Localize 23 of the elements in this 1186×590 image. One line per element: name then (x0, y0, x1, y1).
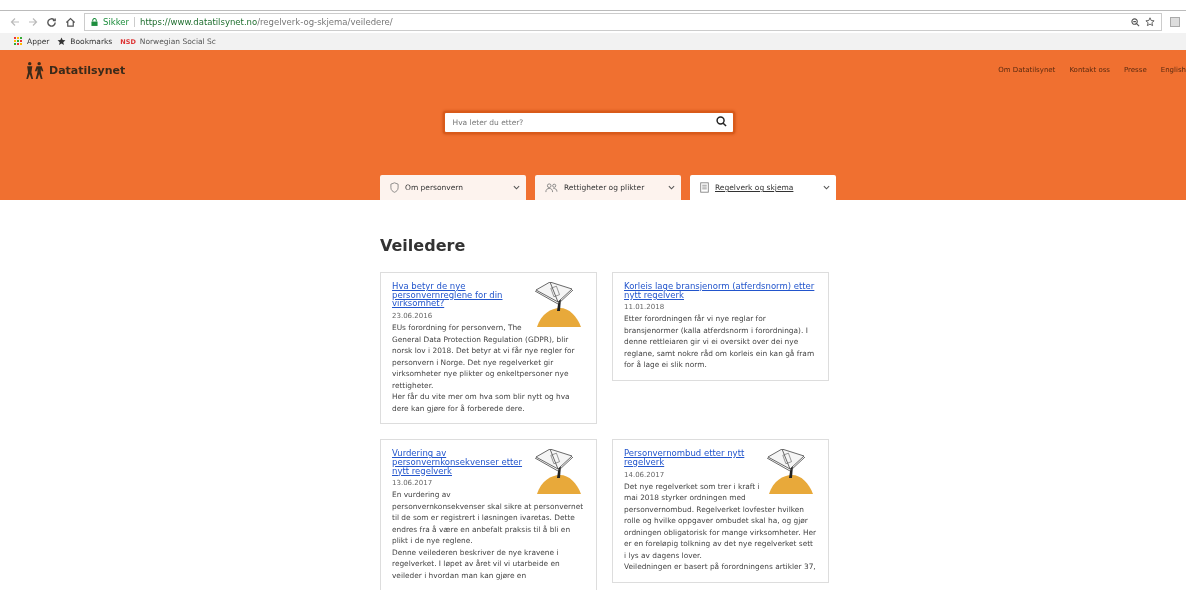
shield-icon (390, 182, 399, 193)
address-bar[interactable]: Sikker https://www.datatilsynet.no/regelverk-og-skjema/veiledere/ (84, 13, 1162, 31)
card-title-link[interactable]: Vurdering av personvernkonsekvenser etter nytt regelverk (392, 449, 585, 476)
lock-icon (91, 18, 98, 26)
card-title-link[interactable]: Personvernombud etter nytt regelverk (624, 449, 817, 467)
home-icon[interactable] (65, 16, 76, 28)
page-heading: Veiledere (380, 236, 467, 255)
zoom-icon[interactable] (1131, 17, 1140, 27)
site-logo[interactable]: Datatilsynet (49, 63, 126, 77)
star-icon[interactable] (1145, 17, 1155, 27)
chevron-down-icon (513, 185, 520, 190)
card-title-link[interactable]: Hva betyr de nye personvernreglene for din virksomhet? (392, 282, 585, 309)
url-text: https://www.datatilsynet.no/regelverk-og-skjema/veiledere/ (140, 17, 393, 27)
apps-grid-icon (14, 37, 23, 46)
secure-label: Sikker (103, 17, 130, 27)
reload-icon[interactable] (46, 16, 57, 28)
document-icon (700, 182, 709, 193)
people-icon (545, 182, 558, 193)
chevron-down-icon (668, 185, 675, 190)
star-icon (57, 37, 67, 46)
chevron-down-icon (823, 185, 830, 190)
card-title-link[interactable]: Korleis lage bransjenorm (atferdsnorm) etter nytt regelverk (624, 282, 817, 300)
search-icon[interactable] (715, 116, 727, 127)
